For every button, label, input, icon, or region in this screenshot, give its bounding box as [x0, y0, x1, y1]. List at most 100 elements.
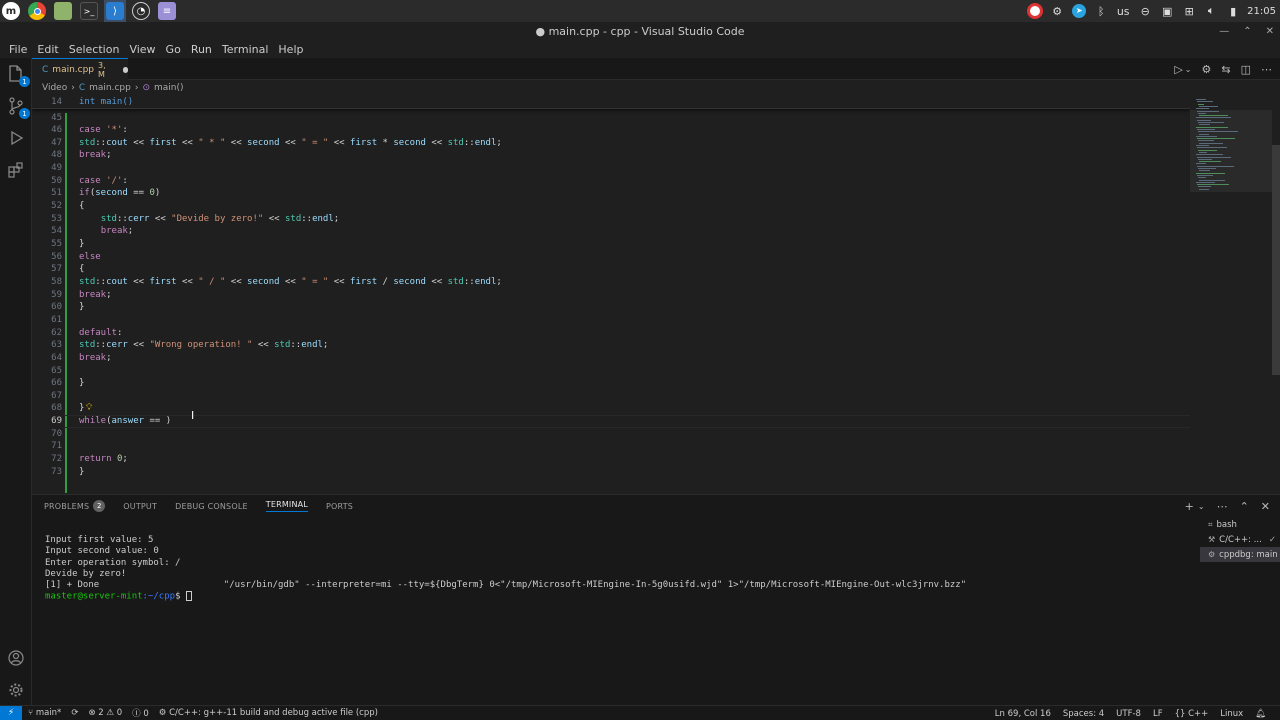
code-line[interactable]: 55} [32, 238, 1190, 251]
terminal-output[interactable]: Input first value: 5 Input second value:… [45, 535, 966, 603]
drive-icon[interactable]: ⊖ [1137, 2, 1153, 20]
keyboard-layout[interactable]: us [1115, 2, 1131, 20]
volume-icon[interactable]: 🔈︎ [1203, 2, 1219, 20]
extensions-icon[interactable] [6, 160, 26, 180]
telegram-icon[interactable]: ➤ [1071, 2, 1087, 20]
code-line[interactable]: 59 break; [32, 288, 1190, 301]
clock[interactable]: 21:05 [1247, 2, 1276, 20]
tab-debug-console[interactable]: DEBUG CONSOLE [175, 502, 248, 511]
code-line[interactable]: 52 { [32, 200, 1190, 213]
tab-main-cpp[interactable]: C main.cpp 3, M [32, 58, 128, 80]
code-line[interactable]: 71 [32, 440, 1190, 453]
branch-item[interactable]: ⑂ main* [28, 708, 61, 718]
explorer-icon[interactable]: 1 [6, 64, 30, 87]
terminal-icon[interactable]: >_ [78, 0, 100, 22]
more-actions-icon[interactable]: ⋯ [1217, 500, 1228, 513]
code-line[interactable]: 58 std::cout << first << " / " << second … [32, 275, 1190, 288]
menu-help[interactable]: Help [273, 43, 308, 56]
scrollbar-thumb[interactable] [1272, 145, 1280, 375]
network-icon[interactable]: ⊞ [1181, 2, 1197, 20]
chrome-icon[interactable] [26, 0, 48, 22]
code-line[interactable]: 45 [32, 111, 1190, 124]
code-line[interactable]: 67 [32, 389, 1190, 402]
end-of-line[interactable]: LF [1153, 709, 1163, 719]
editor-scrollbar[interactable] [1272, 95, 1280, 493]
code-line[interactable]: 70 [32, 427, 1190, 440]
run-file-icon[interactable]: ▷ [1174, 63, 1182, 76]
code-line[interactable]: 62 default: [32, 326, 1190, 339]
code-line[interactable]: 60} [32, 301, 1190, 314]
minimize-icon[interactable]: — [1219, 26, 1229, 37]
terminal-item-debug[interactable]: ⚙ cppdbg: main [1200, 547, 1280, 562]
code-line[interactable]: 46 case '*': [32, 124, 1190, 137]
minimap[interactable] [1190, 95, 1272, 493]
new-terminal-icon[interactable]: + [1185, 500, 1194, 513]
code-line[interactable]: 64 break; [32, 351, 1190, 364]
code-line[interactable]: 49 [32, 162, 1190, 175]
code-line[interactable]: 66} [32, 377, 1190, 390]
notifications-icon[interactable]: 🔔︎ [1255, 709, 1266, 719]
source-control-icon[interactable]: 1 [6, 96, 30, 119]
problems-item[interactable]: ⊗ 2 ⚠ 0 [88, 708, 122, 718]
terminal-prompt[interactable]: master@server-mint:~/cpp$ [45, 591, 966, 602]
code-line[interactable]: 68} [32, 402, 1190, 415]
code-line[interactable]: 54 break; [32, 225, 1190, 238]
terminal-item-bash[interactable]: ⌗ bash [1200, 517, 1280, 532]
indentation[interactable]: Spaces: 4 [1063, 709, 1104, 719]
menu-run[interactable]: Run [186, 43, 217, 56]
encoding[interactable]: UTF-8 [1116, 709, 1141, 719]
breadcrumb-symbol[interactable]: main() [154, 83, 184, 93]
breadcrumb-file[interactable]: main.cpp [89, 83, 131, 93]
platform[interactable]: Linux [1220, 709, 1243, 719]
dropdown-chevron-icon[interactable]: ⌄ [1185, 65, 1192, 74]
code-line[interactable]: 56 else [32, 250, 1190, 263]
code-line[interactable]: 73} [32, 465, 1190, 478]
files-icon[interactable] [52, 0, 74, 22]
split-editor-icon[interactable]: ◫ [1241, 63, 1251, 76]
tab-ports[interactable]: PORTS [326, 502, 353, 511]
menu-view[interactable]: View [124, 43, 160, 56]
code-line[interactable]: 47 std::cout << first << " * " << second … [32, 136, 1190, 149]
info-item[interactable]: Ⓘ 0 [132, 707, 149, 719]
update-icon[interactable]: ▣ [1159, 2, 1175, 20]
tab-problems[interactable]: PROBLEMS 2 [44, 500, 106, 512]
maximize-icon[interactable]: ⌃ [1243, 26, 1251, 37]
gear-icon[interactable]: ⚙ [1202, 63, 1212, 76]
code-line[interactable]: 51 if(second == 0) [32, 187, 1190, 200]
code-line[interactable]: 61 [32, 313, 1190, 326]
code-line[interactable]: 53 std::cerr << "Devide by zero!" << std… [32, 212, 1190, 225]
menu-edit[interactable]: Edit [32, 43, 63, 56]
code-line[interactable]: 57 { [32, 263, 1190, 276]
unsaved-dot-icon[interactable] [123, 66, 128, 73]
run-debug-icon[interactable] [6, 128, 26, 148]
code-line[interactable]: 48 break; [32, 149, 1190, 162]
menu-icon[interactable]: m [0, 0, 22, 22]
steam-icon[interactable]: ⚙ [1049, 2, 1065, 20]
terminal-item-build[interactable]: ⚒ C/C++: ... ✓ [1200, 532, 1280, 547]
code-line[interactable]: 50 case '/': [32, 174, 1190, 187]
dropdown-chevron-icon[interactable]: ⌄ [1198, 502, 1205, 511]
bluetooth-icon[interactable]: ᛒ [1093, 2, 1109, 20]
battery-icon[interactable]: ▮ [1225, 2, 1241, 20]
sync-icon[interactable]: ⟳ [71, 708, 78, 718]
remote-icon[interactable]: ⚡ [0, 705, 22, 720]
task-item[interactable]: ⚙ C/C++: g++-11 build and debug active f… [159, 708, 378, 718]
lightbulb-icon[interactable]: 💡︎ [86, 403, 92, 413]
tab-terminal[interactable]: TERMINAL [265, 500, 309, 512]
code-line[interactable]: 72 return 0; [32, 453, 1190, 466]
menu-selection[interactable]: Selection [64, 43, 125, 56]
code-line[interactable]: 69 while(answer == ) [32, 414, 1190, 428]
close-icon[interactable]: ✕ [1266, 26, 1274, 37]
obs-icon[interactable]: ◔ [130, 0, 152, 22]
menu-go[interactable]: Go [161, 43, 186, 56]
more-actions-icon[interactable]: ⋯ [1261, 63, 1272, 76]
language-mode[interactable]: {} C++ [1175, 709, 1209, 719]
tab-output[interactable]: OUTPUT [123, 502, 157, 511]
menu-file[interactable]: File [4, 43, 32, 56]
close-panel-icon[interactable]: ✕ [1261, 500, 1270, 513]
code-line[interactable]: 63 std::cerr << "Wrong operation! " << st… [32, 339, 1190, 352]
code-editor[interactable]: 14 int main() 45 46 case '*': 47 std::cout <… [32, 95, 1190, 493]
vscode-icon[interactable]: ⟩ [104, 0, 126, 22]
obs-tray-icon[interactable] [1027, 2, 1044, 20]
breadcrumb-folder[interactable]: Video [42, 83, 67, 93]
